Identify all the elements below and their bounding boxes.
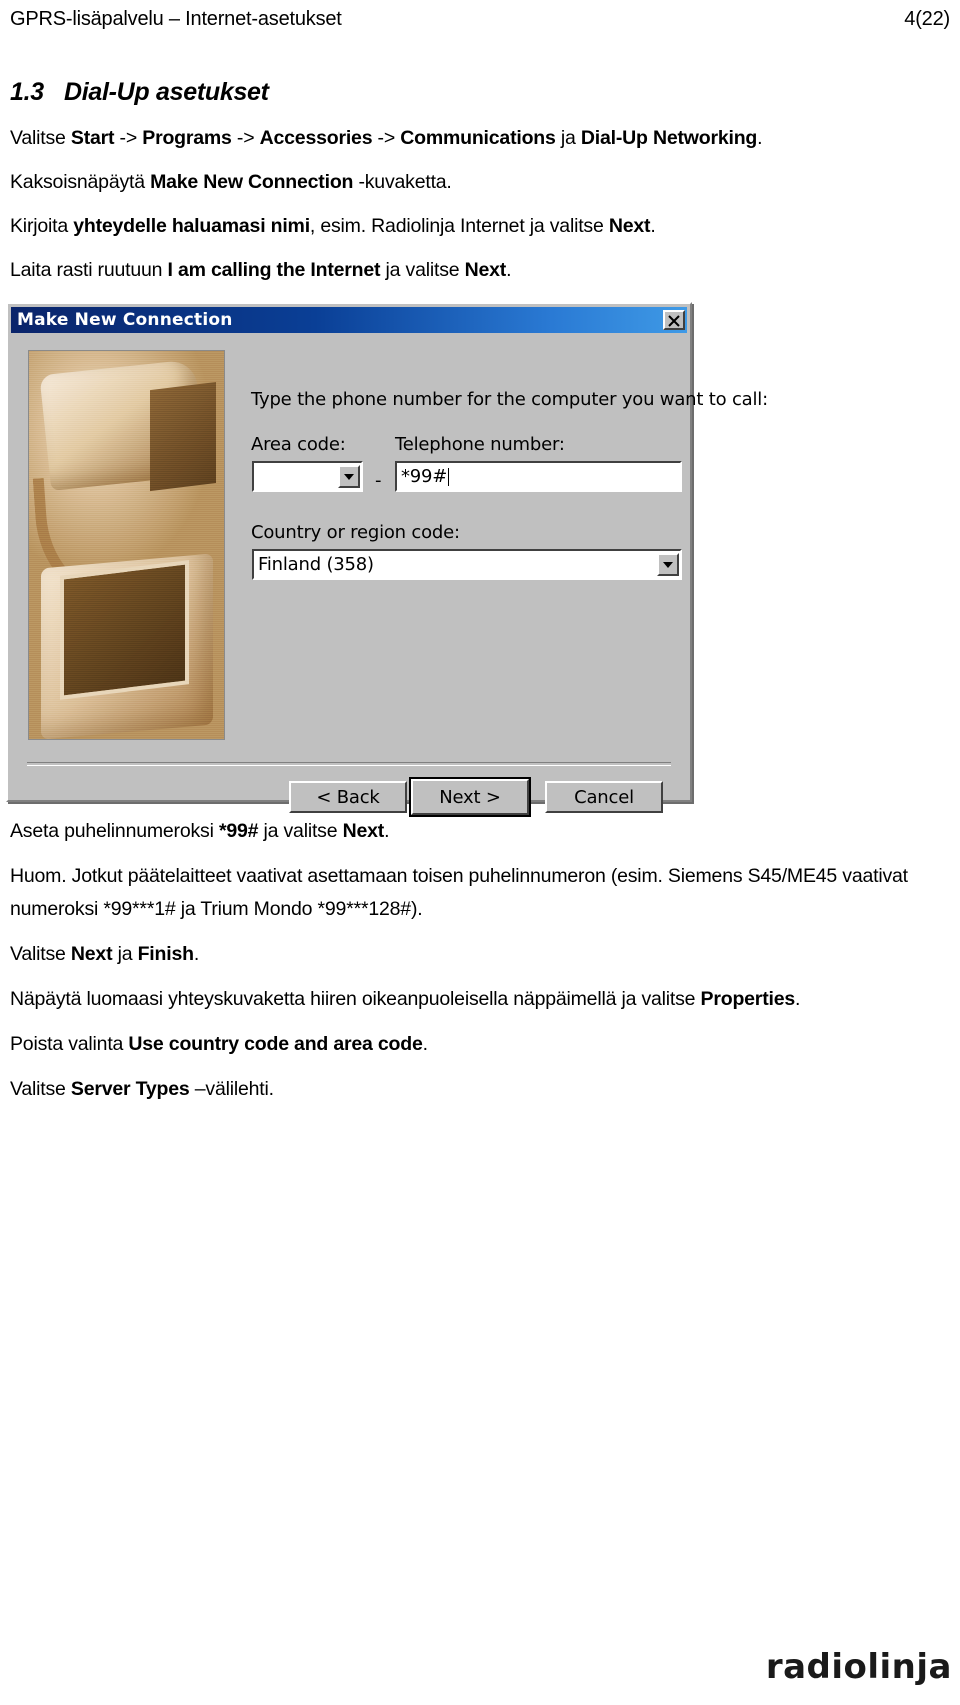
country-code-select[interactable]: Finland (358) xyxy=(252,549,682,580)
intro-line-2: Kaksoisnäpäytä Make New Connection -kuva… xyxy=(10,166,950,199)
chevron-down-icon[interactable] xyxy=(338,465,360,488)
text-run: ja valitse xyxy=(258,820,343,842)
text-bold: Next xyxy=(342,820,385,842)
text-bold: yhteydelle haluamasi nimi xyxy=(73,215,310,237)
dialog-button-row: < Back Next > Cancel xyxy=(27,777,677,817)
back-button-label: < Back xyxy=(316,786,380,808)
chevron-down-glyph xyxy=(344,473,354,480)
chevron-down-icon[interactable] xyxy=(657,553,679,576)
text-run: , esim. Radiolinja Internet ja valitse xyxy=(309,215,609,237)
country-code-label-text: Country or region code: xyxy=(251,522,460,543)
cancel-button[interactable]: Cancel xyxy=(545,781,663,813)
text-caret xyxy=(448,467,450,486)
back-button[interactable]: < Back xyxy=(289,781,407,813)
cancel-button-label: Cancel xyxy=(574,786,634,808)
text-run: . xyxy=(422,1033,428,1055)
text-run: Poista valinta xyxy=(10,1033,129,1055)
page-header: GPRS-lisäpalvelu – Internet-asetukset 4(… xyxy=(10,8,950,31)
text-run: Kirjoita xyxy=(10,215,74,237)
text-bold: *99# xyxy=(218,820,259,842)
image-grain xyxy=(29,351,224,739)
text-bold: Communications xyxy=(400,127,556,149)
text-run: . xyxy=(795,988,801,1010)
close-icon[interactable] xyxy=(663,310,685,330)
text-run: Huom. Jotkut päätelaitteet vaativat aset… xyxy=(10,865,908,920)
text-bold: Next xyxy=(464,259,507,281)
text-run: Kaksoisnäpäytä xyxy=(10,171,151,193)
text-run: . xyxy=(193,943,200,965)
text-bold: Next xyxy=(608,215,651,237)
text-run: Aseta puhelinnumeroksi xyxy=(10,820,219,842)
text-run: Laita rasti ruutuun xyxy=(10,259,168,281)
section-title: Dial-Up asetukset xyxy=(64,78,269,106)
intro-line-1: Valitse Start -> Programs -> Accessories… xyxy=(10,122,950,155)
text-run: Valitse xyxy=(10,1078,71,1100)
chevron-down-glyph xyxy=(663,561,673,568)
dialog-divider xyxy=(27,762,671,766)
text-bold: Server Types xyxy=(70,1078,190,1100)
text-run: . xyxy=(384,820,390,842)
text-run: ja xyxy=(112,943,138,965)
after-line-6: Valitse Server Types –välilehti. xyxy=(10,1073,950,1106)
text-bold: Start xyxy=(70,127,115,149)
telephone-number-input[interactable]: *99# xyxy=(395,461,682,492)
country-code-label: Country or region code: xyxy=(251,522,460,543)
dialog-title-bar: Make New Connection xyxy=(11,307,687,333)
after-line-5: Poista valinta Use country code and area… xyxy=(10,1028,950,1061)
text-run: –välilehti. xyxy=(189,1078,274,1100)
intro-paragraphs: Valitse Start -> Programs -> Accessories… xyxy=(10,122,950,298)
text-run: Näpäytä luomaasi yhteyskuvaketta hiiren … xyxy=(10,988,701,1010)
document-title: GPRS-lisäpalvelu – Internet-asetukset xyxy=(10,8,342,30)
dialog-prompt: Type the phone number for the computer y… xyxy=(251,389,768,410)
text-bold: Properties xyxy=(700,988,796,1010)
text-bold: Programs xyxy=(142,127,232,149)
section-number: 1.3 xyxy=(10,78,44,106)
area-code-label-text: Area code: xyxy=(251,434,346,455)
after-paragraphs: Aseta puhelinnumeroksi *99# ja valitse N… xyxy=(10,815,950,1118)
text-bold: Make New Connection xyxy=(150,171,354,193)
text-bold: I am calling the Internet xyxy=(167,259,381,281)
text-run: -> xyxy=(372,127,401,149)
dialog-title: Make New Connection xyxy=(17,310,233,330)
telephone-number-label-text: Telephone number: xyxy=(395,434,565,455)
next-button[interactable]: Next > xyxy=(409,777,531,817)
radiolinja-logo: radiolinja xyxy=(765,1647,952,1687)
text-run: ja valitse xyxy=(380,259,465,281)
text-run: . xyxy=(757,127,763,149)
text-run: ja xyxy=(555,127,581,149)
text-run: -> xyxy=(231,127,260,149)
intro-line-3: Kirjoita yhteydelle haluamasi nimi, esim… xyxy=(10,210,950,243)
dialog-body: Type the phone number for the computer y… xyxy=(11,337,768,817)
telephone-number-value: *99# xyxy=(401,466,448,487)
text-run: -> xyxy=(114,127,143,149)
next-button-label: Next > xyxy=(439,786,501,808)
telephone-number-label: Telephone number: xyxy=(395,434,565,455)
text-run: Valitse xyxy=(10,943,71,965)
text-run: . xyxy=(506,259,512,281)
country-code-value: Finland (358) xyxy=(258,554,374,575)
section-heading: 1.3 Dial-Up asetukset xyxy=(10,78,269,107)
after-line-3: Valitse Next ja Finish. xyxy=(10,938,950,971)
text-bold: Accessories xyxy=(259,127,373,149)
phone-separator: - xyxy=(375,470,382,491)
text-bold: Dial-Up Networking xyxy=(580,127,758,149)
page-number: 4(22) xyxy=(904,8,950,30)
area-code-label: Area code: xyxy=(251,434,346,455)
text-run: -kuvaketta. xyxy=(353,171,452,193)
make-new-connection-dialog: Make New Connection Type the phone numbe… xyxy=(6,302,768,817)
after-line-4: Näpäytä luomaasi yhteyskuvaketta hiiren … xyxy=(10,983,950,1016)
text-run: . xyxy=(650,215,656,237)
telephone-computer-illustration xyxy=(28,350,225,740)
text-bold: Finish xyxy=(137,943,194,965)
text-bold: Use country code and area code xyxy=(128,1033,423,1055)
intro-line-4: Laita rasti ruutuun I am calling the Int… xyxy=(10,254,950,287)
after-line-2: Huom. Jotkut päätelaitteet vaativat aset… xyxy=(10,860,950,926)
text-run: Valitse xyxy=(10,127,71,149)
after-line-1: Aseta puhelinnumeroksi *99# ja valitse N… xyxy=(10,815,950,848)
text-bold: Next xyxy=(70,943,113,965)
